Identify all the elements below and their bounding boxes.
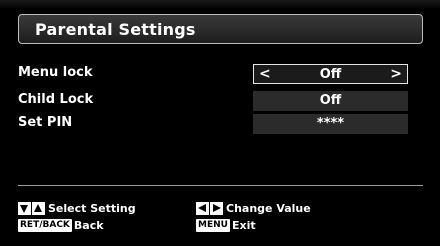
page-title: Parental Settings <box>35 20 196 39</box>
setting-value-set-pin[interactable]: **** <box>253 114 408 134</box>
setting-row-set-pin[interactable]: Set PIN **** <box>18 114 423 134</box>
hint-exit: MENU Exit <box>196 218 256 232</box>
left-arrow-icon <box>196 201 209 215</box>
right-arrow-icon[interactable]: > <box>390 64 402 84</box>
setting-value-text: Off <box>319 67 342 82</box>
setting-value-menu-lock[interactable]: < Off > <box>253 64 408 84</box>
ret-back-key-icon: RET/BACK <box>18 218 72 232</box>
hint-select-setting: Select Setting <box>18 201 136 215</box>
hint-change-value: Change Value <box>196 201 311 215</box>
hint-select-setting-text: Select Setting <box>48 201 136 215</box>
parental-settings-screen: Parental Settings Menu lock < Off > Chil… <box>0 0 440 246</box>
left-arrow-icon[interactable]: < <box>259 64 271 84</box>
right-arrow-icon <box>210 201 223 215</box>
menu-key-icon: MENU <box>196 218 230 232</box>
footer-divider <box>18 185 423 186</box>
hint-back: RET/BACK Back <box>18 218 104 232</box>
hint-change-value-text: Change Value <box>226 201 311 215</box>
top-bar <box>0 0 440 8</box>
hint-back-text: Back <box>73 218 104 232</box>
hint-exit-text: Exit <box>231 218 256 232</box>
up-arrow-icon <box>32 201 45 215</box>
setting-value-child-lock[interactable]: Off <box>253 91 408 111</box>
setting-label-set-pin: Set PIN <box>18 115 73 130</box>
title-panel: Parental Settings <box>18 14 423 44</box>
setting-label-child-lock: Child Lock <box>18 92 94 107</box>
setting-value-text: Off <box>319 93 342 108</box>
down-arrow-icon <box>18 201 31 215</box>
setting-row-menu-lock[interactable]: Menu lock < Off > <box>18 64 423 84</box>
setting-value-text: **** <box>316 116 345 131</box>
setting-label-menu-lock: Menu lock <box>18 65 93 80</box>
setting-row-child-lock[interactable]: Child Lock Off <box>18 91 423 111</box>
